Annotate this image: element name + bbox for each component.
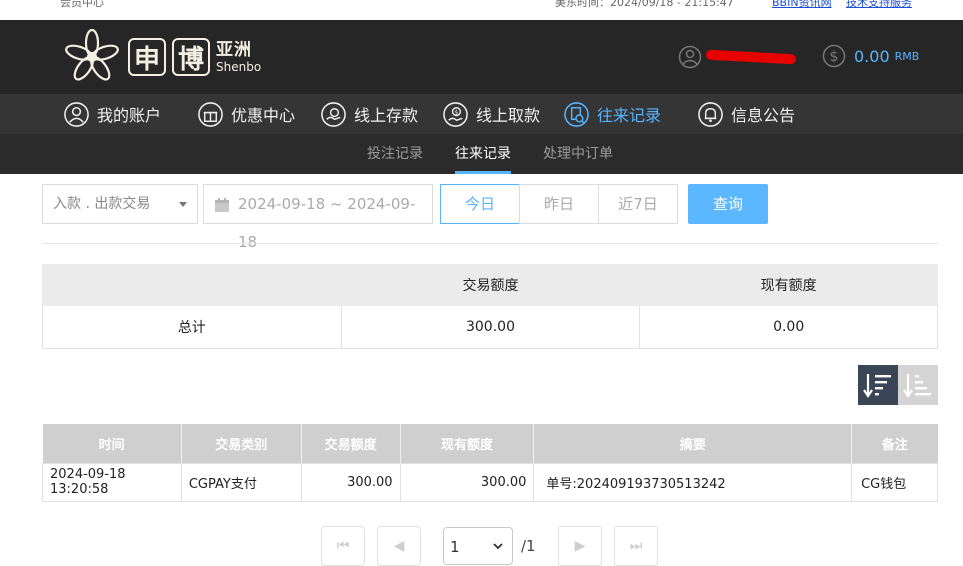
col-header-note[interactable]: 备注 <box>851 424 938 463</box>
summary-header-row: 交易额度 现有额度 <box>42 264 938 306</box>
sort-descending-icon <box>863 374 891 398</box>
col-header-time[interactable]: 时间 <box>42 424 182 463</box>
nav-label: 线上存款 <box>354 106 419 125</box>
sort-ascending-icon <box>903 374 931 398</box>
chevron-down-icon <box>493 543 503 550</box>
svg-text:$: $ <box>830 49 839 65</box>
sub-nav: 投注记录 往来记录 处理中订单 <box>0 134 963 174</box>
site-logo[interactable]: 申 博 亚洲 Shenbo <box>62 27 261 87</box>
user-avatar-icon <box>678 45 702 69</box>
query-button[interactable]: 查询 <box>688 184 768 224</box>
transaction-type-select[interactable]: 入款 . 出款交易 <box>42 184 198 224</box>
member-center-label: 会员中心 <box>60 0 104 9</box>
page-total: /1 <box>521 537 536 555</box>
nav-label: 往来记录 <box>597 106 662 125</box>
next-page-button[interactable]: ▶ <box>558 526 602 566</box>
logo-text-cn: 亚洲 <box>216 39 252 60</box>
nav-label: 线上取款 <box>476 106 541 125</box>
bbin-news-link[interactable]: BBIN资讯网 <box>772 0 832 10</box>
withdraw-icon: $ <box>443 101 468 127</box>
records-icon <box>564 101 589 127</box>
divider <box>42 243 938 244</box>
dollar-icon: $ <box>822 44 846 68</box>
subtab-transfer-records[interactable]: 往来记录 <box>455 134 511 174</box>
nav-item-records[interactable]: 往来记录 <box>563 94 661 134</box>
prev-page-icon: ◀ <box>393 538 405 554</box>
summary-header: 交易额度 <box>340 264 641 306</box>
eastern-time-label: 美东时间：2024/09/18 - 21:15:47 <box>555 0 734 9</box>
summary-table: 交易额度 现有额度 总计 300.00 0.00 <box>42 264 938 349</box>
summary-total-row: 总计 300.00 0.00 <box>42 305 938 349</box>
gift-icon <box>198 101 223 127</box>
cell-summary: 单号:202409193730513242 <box>533 462 853 502</box>
nav-label: 我的账户 <box>97 106 162 125</box>
redacted-username <box>705 49 797 65</box>
nav-item-my-account[interactable]: 我的账户 <box>63 94 161 134</box>
page-select-value: 1 <box>450 538 460 556</box>
cell-type: CGPAY支付 <box>180 462 302 502</box>
col-header-summary[interactable]: 摘要 <box>533 424 853 463</box>
balance-currency: RMB <box>894 49 920 63</box>
cell-amount: 300.00 <box>300 462 401 502</box>
nav-item-promotions[interactable]: 优惠中心 <box>197 94 295 134</box>
nav-item-announcements[interactable]: 信息公告 <box>697 94 795 134</box>
col-header-amount[interactable]: 交易额度 <box>301 424 401 463</box>
next-page-icon: ▶ <box>574 538 586 554</box>
sort-descending-button[interactable] <box>858 365 898 405</box>
logo-text: 亚洲 Shenbo <box>216 39 262 74</box>
subtab-pending-orders[interactable]: 处理中订单 <box>543 134 613 174</box>
main-nav: 我的账户 优惠中心 线上存款 $ 线上取款 往来记录 信息公告 <box>0 94 963 134</box>
summary-cell-label: 总计 <box>42 305 342 349</box>
transactions-header-row: 时间 交易类别 交易额度 现有额度 摘要 备注 <box>42 424 938 463</box>
subtab-bet-records[interactable]: 投注记录 <box>367 134 423 174</box>
balance-amount: 0.00 <box>854 46 890 66</box>
col-header-type[interactable]: 交易类别 <box>181 424 302 463</box>
user-icon <box>64 101 89 127</box>
today-button[interactable]: 今日 <box>440 184 520 224</box>
transactions-table: 时间 交易类别 交易额度 现有额度 摘要 备注 2024-09-18 13:20… <box>42 424 938 502</box>
summary-cell-transaction: 300.00 <box>340 305 641 349</box>
deposit-icon <box>321 101 346 127</box>
cell-note: CG钱包 <box>851 462 938 502</box>
first-page-button[interactable]: ⏮ <box>321 526 365 566</box>
last-page-icon: ⏭ <box>629 538 643 554</box>
nav-item-deposit[interactable]: 线上存款 <box>320 94 418 134</box>
nav-label: 信息公告 <box>731 106 796 125</box>
last-page-button[interactable]: ⏭ <box>614 526 658 566</box>
last-7-days-button[interactable]: 近7日 <box>598 184 678 224</box>
logo-char-box-1: 申 <box>128 38 166 76</box>
site-header: 申 博 亚洲 Shenbo $ 0.00 RMB <box>0 20 963 94</box>
user-account[interactable] <box>678 45 797 69</box>
col-header-balance[interactable]: 现有额度 <box>400 424 535 463</box>
bell-icon <box>698 101 723 127</box>
nav-item-withdraw[interactable]: $ 线上取款 <box>442 94 540 134</box>
summary-header: 现有额度 <box>639 264 938 306</box>
summary-header <box>42 264 342 306</box>
transaction-type-value: 入款 . 出款交易 <box>53 196 151 212</box>
cell-balance: 300.00 <box>399 462 535 502</box>
yesterday-button[interactable]: 昨日 <box>519 184 599 224</box>
calendar-icon <box>215 198 229 212</box>
tech-support-link[interactable]: 技术支持服务 <box>846 0 912 10</box>
table-row: 2024-09-18 13:20:58 CGPAY支付 300.00 300.0… <box>42 462 938 502</box>
top-utility-bar: 会员中心 美东时间：2024/09/18 - 21:15:47 BBIN资讯网 … <box>0 0 963 20</box>
page-select[interactable]: 1 <box>443 527 513 565</box>
cell-time: 2024-09-18 13:20:58 <box>42 462 182 502</box>
first-page-icon: ⏮ <box>336 538 350 554</box>
summary-cell-current: 0.00 <box>639 305 938 349</box>
logo-text-en: Shenbo <box>216 59 262 74</box>
flower-logo-icon <box>65 28 119 81</box>
nav-label: 优惠中心 <box>231 106 296 125</box>
sort-ascending-button[interactable] <box>898 365 938 405</box>
account-balance: $ 0.00 RMB <box>822 44 919 68</box>
svg-text:$: $ <box>455 110 459 116</box>
date-range-input[interactable]: 2024-09-18 ~ 2024-09-18 <box>203 184 433 251</box>
prev-page-button[interactable]: ◀ <box>377 526 421 566</box>
caret-down-icon <box>179 202 187 207</box>
logo-char-box-2: 博 <box>172 38 210 76</box>
